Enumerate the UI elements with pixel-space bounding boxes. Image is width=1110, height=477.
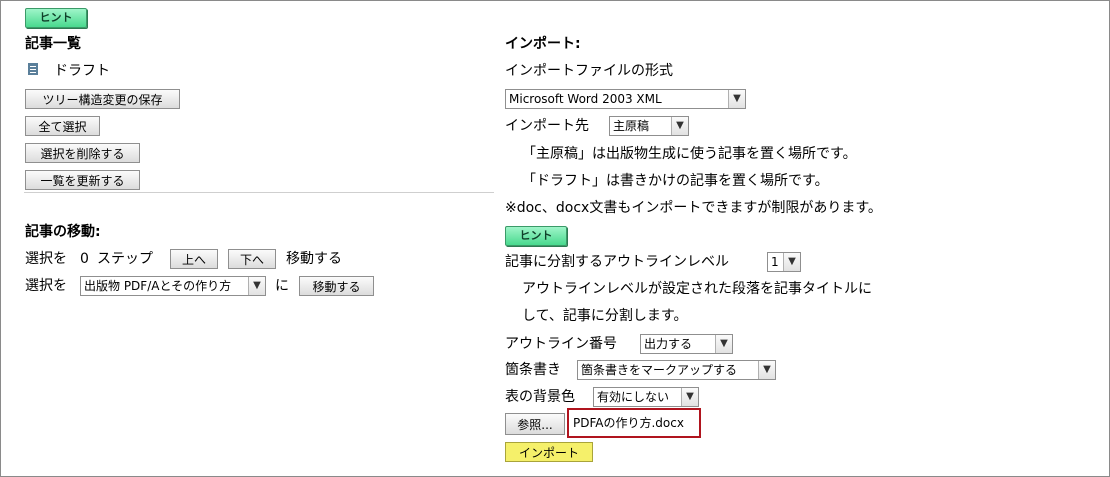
step-count: 0 (80, 251, 89, 267)
import-format-value: Microsoft Word 2003 XML (509, 92, 662, 106)
bullets-label: 箇条書き (505, 362, 561, 378)
note-main-manuscript: 「主原稿」は出版物生成に使う記事を置く場所です。 (522, 146, 857, 162)
move-target-value: 出版物 PDF/Aとその作り方 (84, 279, 232, 293)
import-format-select[interactable]: Microsoft Word 2003 XML ▼ (505, 89, 746, 109)
hint-button-top[interactable]: ヒント (25, 8, 87, 28)
table-bg-value: 有効にしない (597, 390, 670, 404)
delete-selected-button[interactable]: 選択を削除する (25, 143, 140, 163)
move-section-title: 記事の移動: (25, 224, 101, 240)
move-target-select[interactable]: 出版物 PDF/Aとその作り方 ▼ (80, 276, 266, 296)
chevron-down-icon: ▼ (681, 388, 698, 406)
save-tree-button[interactable]: ツリー構造変更の保存 (25, 89, 180, 109)
selected-file-name[interactable]: PDFAの作り方.docx (567, 408, 701, 438)
import-format-label: インポートファイルの形式 (505, 63, 673, 79)
hint-button-import[interactable]: ヒント (505, 226, 567, 246)
import-button[interactable]: インポート (505, 442, 593, 462)
divider (24, 192, 494, 194)
chevron-down-icon: ▼ (783, 253, 800, 271)
outline-level-label: 記事に分割するアウトラインレベル (505, 254, 729, 270)
move-to-particle: に (275, 278, 289, 294)
outline-note-line2: して、記事に分割します。 (522, 308, 688, 324)
select-all-button[interactable]: 全て選択 (25, 116, 100, 136)
chevron-down-icon: ▼ (248, 277, 265, 295)
outline-number-value: 出力する (644, 337, 693, 351)
bullets-value: 箇条書きをマークアップする (581, 363, 738, 377)
note-docx: ※doc、docx文書もインポートできますが制限があります。 (505, 200, 882, 216)
import-title: インポート: (505, 36, 581, 52)
import-destination-value: 主原稿 (613, 119, 650, 133)
outline-number-select[interactable]: 出力する ▼ (640, 334, 733, 354)
chevron-down-icon: ▼ (758, 361, 775, 379)
step-label: ステップ (97, 251, 153, 267)
import-destination-label: インポート先 (505, 118, 589, 134)
move-prefix-label: 選択を (25, 251, 67, 267)
article-list-title: 記事一覧 (25, 36, 81, 52)
table-bg-label: 表の背景色 (505, 389, 575, 405)
outline-level-value: 1 (771, 255, 779, 269)
move-to-prefix-label: 選択を (25, 278, 67, 294)
chevron-down-icon: ▼ (715, 335, 732, 353)
document-icon (28, 63, 38, 75)
table-bg-select[interactable]: 有効にしない ▼ (593, 387, 699, 407)
refresh-list-button[interactable]: 一覧を更新する (25, 170, 140, 190)
chevron-down-icon: ▼ (671, 117, 688, 135)
outline-note-line1: アウトラインレベルが設定された段落を記事タイトルに (522, 281, 872, 297)
note-draft: 「ドラフト」は書きかけの記事を置く場所です。 (522, 173, 829, 189)
move-to-button[interactable]: 移動する (299, 276, 374, 296)
draft-folder-label[interactable]: ドラフト (54, 62, 110, 80)
bullets-select[interactable]: 箇条書きをマークアップする ▼ (577, 360, 776, 380)
import-destination-select[interactable]: 主原稿 ▼ (609, 116, 689, 136)
outline-level-select[interactable]: 1 ▼ (767, 252, 801, 272)
move-down-button[interactable]: 下へ (228, 249, 276, 269)
chevron-down-icon: ▼ (728, 90, 745, 108)
browse-button[interactable]: 参照... (505, 413, 565, 435)
outline-number-label: アウトライン番号 (505, 336, 617, 352)
move-suffix-label: 移動する (286, 251, 342, 267)
move-up-button[interactable]: 上へ (170, 249, 218, 269)
